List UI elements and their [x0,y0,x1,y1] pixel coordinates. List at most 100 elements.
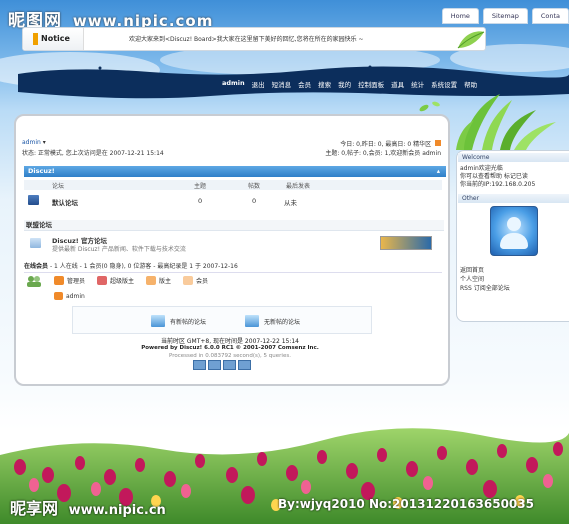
top-nav-contact[interactable]: Conta [531,8,569,24]
today-stats-text: 今日: 0,昨日: 0, 最高日: 0 精华区 [340,141,432,148]
new-posts-item: 有新帖的论坛 [151,315,206,327]
section-header-links: 联盟论坛 [24,220,444,231]
avatar-body [500,233,528,249]
online-user-name[interactable]: admin [66,293,85,300]
rss-icon[interactable] [435,140,441,146]
user-status: 状态: 正常模式, 您上次访问是在 2007-12-21 15:14 [22,150,164,157]
online-text: - 1 人在线 - 1 会员(0 隐身), 0 位游客 - 最高纪录是 1 于 … [49,263,238,270]
legend-admin-label: 管理员 [67,278,86,285]
online-members-bar: 在线会员 - 1 人在线 - 1 会员(0 隐身), 0 位游客 - 最高纪录是… [24,262,442,273]
notice-label: Notice [41,34,70,43]
board-stats: 主题: 0,帖子: 0,会员: 1,欢迎新会员 admin [325,150,441,157]
collapse-icon[interactable]: ▴ [437,166,440,177]
post-status-legend: 有新帖的论坛 无新帖的论坛 [72,306,372,334]
footer-time: 当前时区 GMT+8, 现在时间是 2007-12-22 15:14 [160,338,300,345]
link-forum-desc: 提供最新 Discuz! 产品新闻、软件下载与技术交流 [52,246,186,253]
site-watermark-bottom: 昵享网 www.nipic.cn [10,495,166,519]
sidebar-welcome-title: Welcome [462,154,490,161]
nav-item-stats[interactable]: 统计 [411,79,424,89]
user-avatar[interactable] [490,206,538,256]
new-posts-icon [151,315,165,327]
top-nav: Home Sitemap Conta [438,8,569,24]
mod-icon [146,276,157,285]
online-title: 在线会员 [24,263,49,270]
sidebar-ip: 你当前的IP:192.168.0.205 [460,181,536,188]
legend-mod: 版主 [146,276,171,285]
link-row[interactable]: Discuz! 官方论坛 提供最新 Discuz! 产品新闻、软件下载与技术交流 [24,234,442,254]
member-legend: 管理员 超级版主 版主 会员 [54,276,220,285]
col-posts: 帖数 [248,183,261,190]
nav-item-logout[interactable]: 退出 [252,79,265,89]
top-nav-home[interactable]: Home [441,8,479,24]
no-new-posts-item: 无新帖的论坛 [245,315,300,327]
legend-mod-label: 版主 [159,278,172,285]
watermark-bottom-site: 昵享网 [10,499,59,518]
sidebar-welcome-header: Welcome [458,153,569,162]
nav-item-control-panel[interactable]: 控制面板 [358,79,384,89]
new-posts-label: 有新帖的论坛 [170,318,207,326]
no-new-posts-label: 无新帖的论坛 [264,318,301,326]
forum-icon [28,195,39,205]
nav-item-system[interactable]: 系统设置 [431,79,457,89]
forum-row[interactable]: 默认论坛 0 0 从未 [24,192,442,210]
nav-item-messages[interactable]: 短消息 [272,79,292,89]
super-mod-icon [97,276,108,285]
user-name-link[interactable]: admin [22,139,41,146]
footer-badge-4-icon[interactable] [238,360,251,370]
section-title: Discuz! [28,167,55,175]
top-nav-sitemap[interactable]: Sitemap [482,8,528,24]
admin-icon [54,276,64,285]
no-new-posts-icon [245,315,259,327]
forum-last-post: 从未 [284,199,297,207]
sidebar-link-rss[interactable]: RSS 订阅全部论坛 [460,283,510,292]
nav-item-search[interactable]: 搜索 [318,79,331,89]
footer-badge-2-icon[interactable] [208,360,221,370]
footer-badges [193,360,253,370]
sidebar-link-space[interactable]: 个人空间 [460,274,484,283]
col-last-post: 最后发表 [286,183,311,190]
footer-badge-3-icon[interactable] [223,360,236,370]
link-forum-icon [30,238,41,248]
watermark-bottom-url: www.nipic.cn [68,503,166,518]
forum-topics: 0 [198,197,203,205]
footer-processed: Processed in 0.083792 second(s), 5 queri… [169,353,291,359]
footer-powered: Powered by Discuz! 6.0.0 RC1 © 2001-2007… [141,345,319,351]
main-nav: admin 退出 短消息 会员 搜索 我的 控制面板 道具 统计 系统设置 帮助 [222,79,484,89]
user-line: admin ▾ [22,139,46,146]
online-user[interactable]: admin [54,292,85,300]
online-user-icon [54,292,63,300]
footer-badge-1-icon[interactable] [193,360,206,370]
col-forum: 论坛 [52,183,65,190]
notice-tag: Notice [23,28,84,50]
section-header-discuz[interactable]: Discuz! ▴ [24,166,446,177]
legend-member: 会员 [183,276,208,285]
nav-item-props[interactable]: 道具 [391,79,404,89]
sidebar-other-title: Other [462,195,480,202]
link-banner-image[interactable] [380,236,432,250]
watermark-id: By:wjyq2010 No:20131220163650035 [278,497,534,511]
member-icon [183,276,194,285]
nav-item-admin[interactable]: admin [222,79,245,89]
nav-item-help[interactable]: 帮助 [464,79,477,89]
notice-marker-icon [33,33,38,45]
notice-text: 欢迎大家来到<Discuz! Board>我大家在这里留下美好的回忆,您将在所在… [129,36,364,43]
avatar-head [507,217,521,231]
nav-item-mine[interactable]: 我的 [338,79,351,89]
sidebar-link-home[interactable]: 返回首页 [460,265,484,274]
links-title: 联盟论坛 [26,221,52,229]
leaf-icon [457,31,485,49]
forum-posts: 0 [252,197,257,205]
legend-super-mod: 超级版主 [97,276,134,285]
user-dropdown-icon[interactable]: ▾ [41,139,46,146]
online-group-icon [26,275,42,289]
notice-bar: Notice 欢迎大家来到<Discuz! Board>我大家在这里留下美好的回… [22,27,486,51]
sidebar-other-header: Other [458,194,569,203]
forum-table-header: 论坛 主题 帖数 最后发表 [24,180,442,190]
legend-admin: 管理员 [54,276,85,285]
nav-item-members[interactable]: 会员 [298,79,311,89]
forum-name-link[interactable]: 默认论坛 [52,197,78,207]
today-stats: 今日: 0,昨日: 0, 最高日: 0 精华区 [340,139,441,148]
legend-super-mod-label: 超级版主 [110,278,135,285]
col-topics: 主题 [194,183,207,190]
grass-decoration [456,94,556,150]
